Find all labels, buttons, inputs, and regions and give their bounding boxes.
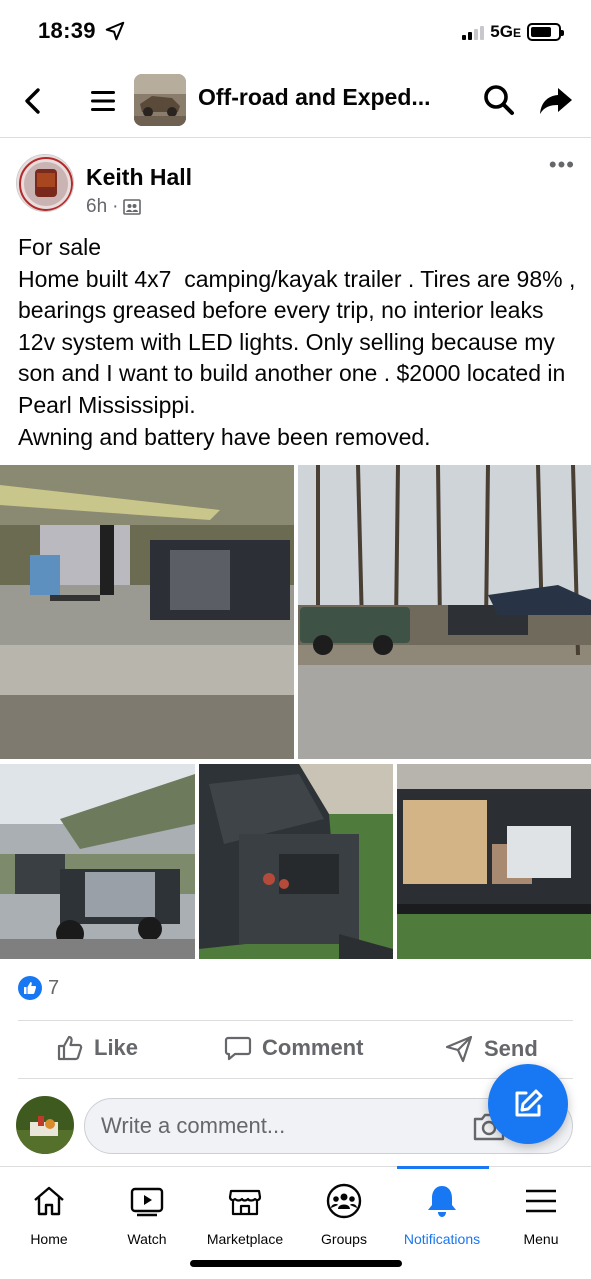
send-button[interactable]: Send <box>444 1034 538 1064</box>
search-icon[interactable] <box>482 83 516 117</box>
group-audience-icon <box>123 199 142 215</box>
status-time: 18:39 <box>38 18 96 43</box>
tab-label: Home <box>30 1231 68 1247</box>
comment-button[interactable]: Comment <box>224 1034 363 1062</box>
reactions-summary[interactable]: 7 <box>18 976 59 1000</box>
home-icon <box>34 1186 64 1216</box>
edit-icon <box>515 1089 543 1117</box>
battery-icon <box>527 23 564 41</box>
tab-watch[interactable]: Watch <box>98 1167 196 1253</box>
thumbs-up-icon <box>57 1035 83 1061</box>
my-avatar[interactable] <box>16 1096 74 1154</box>
author-name[interactable]: Keith Hall <box>86 164 192 191</box>
tab-label: Watch <box>127 1231 167 1247</box>
bell-icon <box>428 1186 456 1217</box>
meta-separator: · <box>112 196 119 217</box>
author-avatar[interactable] <box>16 154 74 212</box>
like-button[interactable]: Like <box>56 1034 138 1062</box>
tab-home[interactable]: Home <box>0 1167 98 1253</box>
tab-groups[interactable]: Groups <box>295 1167 393 1253</box>
network-type: 5GE <box>490 22 521 41</box>
post-photo-2[interactable] <box>298 465 591 759</box>
comment-bubble-icon <box>224 1036 252 1061</box>
tab-label: Notifications <box>403 1231 481 1247</box>
tab-menu[interactable]: Menu <box>492 1167 590 1253</box>
divider <box>18 1020 573 1021</box>
marketplace-icon <box>228 1189 262 1216</box>
post-photo-3[interactable] <box>0 764 195 959</box>
group-nav-bar: Off-road and Exped... <box>0 64 591 138</box>
status-bar: 18:39 5GE <box>0 0 591 64</box>
post-photo-1[interactable] <box>0 465 294 759</box>
group-thumbnail[interactable] <box>134 74 186 126</box>
more-options-icon[interactable]: ••• <box>549 154 575 176</box>
send-paper-plane-icon <box>445 1035 473 1063</box>
watch-icon <box>130 1187 164 1217</box>
reaction-count: 7 <box>48 976 60 999</box>
tab-label: Groups <box>321 1231 367 1247</box>
post-photo-4[interactable] <box>199 764 393 959</box>
tab-marketplace[interactable]: Marketplace <box>196 1167 294 1253</box>
tab-label: Marketplace <box>206 1231 284 1247</box>
location-arrow-icon <box>105 21 125 41</box>
post-header: Keith Hall 6h · ••• <box>0 138 591 230</box>
post-actions: Like Comment Send <box>0 1024 591 1078</box>
like-reaction-icon <box>18 976 42 1000</box>
comment-input[interactable] <box>101 1113 461 1139</box>
status-indicators: 5GE <box>462 22 564 42</box>
back-icon[interactable] <box>18 86 48 116</box>
post-body: For sale Home built 4x7 camping/kayak tr… <box>18 234 576 450</box>
hamburger-menu-icon[interactable] <box>88 86 118 116</box>
post-time[interactable]: 6h <box>86 196 107 218</box>
menu-icon <box>526 1189 556 1213</box>
home-indicator[interactable] <box>190 1260 402 1267</box>
tab-notifications[interactable]: Notifications <box>393 1167 491 1253</box>
group-title[interactable]: Off-road and Exped... <box>198 84 458 111</box>
post-meta: 6h · <box>86 196 142 218</box>
divider <box>18 1078 573 1079</box>
post-photo-5[interactable] <box>397 764 591 959</box>
tab-label: Menu <box>523 1231 559 1247</box>
groups-icon <box>326 1183 362 1219</box>
signal-icon <box>462 24 485 40</box>
compose-post-button[interactable] <box>488 1064 568 1144</box>
share-icon[interactable] <box>538 82 574 118</box>
